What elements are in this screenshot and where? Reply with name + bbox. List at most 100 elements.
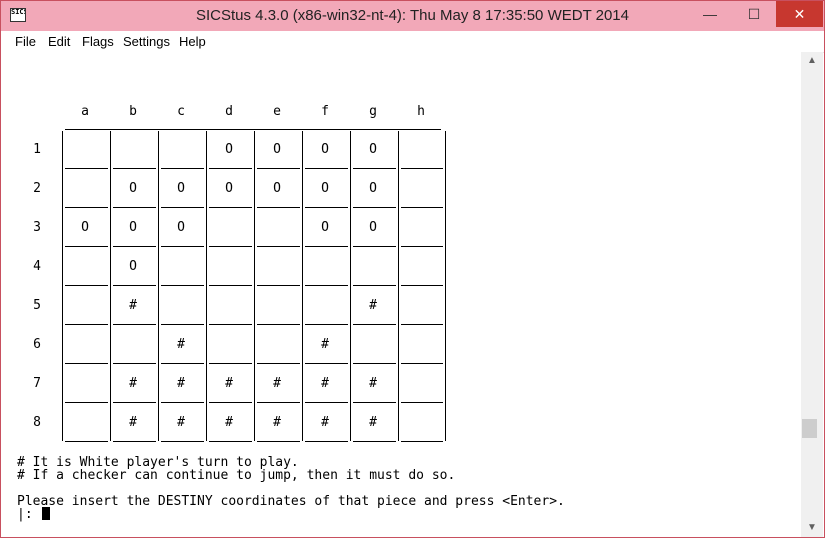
prompt-message: Please insert the DESTINY coordinates of… — [17, 494, 565, 509]
cell-underline — [257, 246, 300, 247]
cell-underline — [401, 207, 443, 208]
menu-edit[interactable]: Edit — [48, 34, 70, 49]
column-label-b: b — [129, 104, 137, 119]
cell-underline — [161, 207, 204, 208]
cell-underline — [65, 324, 108, 325]
board-cell-g1: O — [369, 142, 377, 157]
cell-underline — [113, 285, 156, 286]
board-cell-f2: O — [321, 181, 329, 196]
cell-underline — [209, 441, 252, 442]
board-cell-e8: # — [273, 415, 281, 430]
board-vertical-line — [110, 131, 111, 441]
board-cell-f8: # — [321, 415, 329, 430]
cell-underline — [353, 285, 396, 286]
cell-underline — [353, 246, 396, 247]
cell-underline — [161, 285, 204, 286]
cell-underline — [161, 168, 204, 169]
input-prompt: |: — [17, 507, 41, 522]
cell-underline — [113, 246, 156, 247]
cell-underline — [209, 285, 252, 286]
menu-settings[interactable]: Settings — [123, 34, 170, 49]
board-cell-c7: # — [177, 376, 185, 391]
board-cell-g3: O — [369, 220, 377, 235]
board-vertical-line — [398, 131, 399, 441]
cell-underline — [401, 324, 443, 325]
vertical-scrollbar[interactable]: ▲ ▼ — [801, 52, 823, 537]
cell-underline — [209, 363, 252, 364]
cell-underline — [305, 363, 348, 364]
cell-underline — [161, 246, 204, 247]
cell-underline — [257, 168, 300, 169]
cell-underline — [161, 402, 204, 403]
board-vertical-line — [302, 131, 303, 441]
row-label-3: 3 — [33, 220, 41, 235]
cell-underline — [161, 324, 204, 325]
cell-underline — [257, 441, 300, 442]
jump-rule-message: # If a checker can continue to jump, the… — [17, 468, 456, 483]
board-cell-f3: O — [321, 220, 329, 235]
cell-underline — [257, 285, 300, 286]
menu-help[interactable]: Help — [179, 34, 206, 49]
maximize-button[interactable]: ☐ — [732, 1, 776, 27]
cell-underline — [65, 207, 108, 208]
cell-underline — [401, 246, 443, 247]
row-label-1: 1 — [33, 142, 41, 157]
close-button[interactable]: ✕ — [776, 1, 823, 27]
scroll-thumb[interactable] — [802, 419, 817, 438]
board-top-border — [65, 129, 441, 130]
row-label-8: 8 — [33, 415, 41, 430]
cell-underline — [401, 363, 443, 364]
sicstus-window: SICS SICStus 4.3.0 (x86-win32-nt-4): Thu… — [0, 0, 825, 538]
board-cell-f1: O — [321, 142, 329, 157]
board-cell-e7: # — [273, 376, 281, 391]
board-vertical-line — [62, 131, 63, 441]
board-vertical-line — [445, 131, 446, 441]
column-label-a: a — [81, 104, 89, 119]
column-label-g: g — [369, 104, 377, 119]
cell-underline — [353, 402, 396, 403]
console-output[interactable]: a b c d e f g h 1 O O O O 2 O O O O O O 3 O O O O O 4 O 5 # #6 # #7 # # # # #… — [1, 52, 801, 537]
cell-underline — [161, 363, 204, 364]
scroll-down-arrow-icon[interactable]: ▼ — [801, 519, 823, 537]
cell-underline — [257, 324, 300, 325]
cell-underline — [305, 324, 348, 325]
cell-underline — [209, 168, 252, 169]
cell-underline — [353, 168, 396, 169]
board-vertical-line — [206, 131, 207, 441]
board-cell-g8: # — [369, 415, 377, 430]
scroll-up-arrow-icon[interactable]: ▲ — [801, 52, 823, 70]
menu-bar: File Edit Flags Settings Help — [1, 31, 824, 53]
board-cell-d7: # — [225, 376, 233, 391]
column-label-f: f — [321, 104, 329, 119]
menu-flags[interactable]: Flags — [82, 34, 114, 49]
row-label-5: 5 — [33, 298, 41, 313]
board-cell-g2: O — [369, 181, 377, 196]
board-cell-f6: # — [321, 337, 329, 352]
cell-underline — [65, 402, 108, 403]
cell-underline — [401, 285, 443, 286]
cell-underline — [257, 402, 300, 403]
title-bar[interactable]: SICS SICStus 4.3.0 (x86-win32-nt-4): Thu… — [1, 1, 824, 31]
menu-file[interactable]: File — [15, 34, 36, 49]
board-vertical-line — [350, 131, 351, 441]
input-line[interactable]: |: — [17, 507, 51, 522]
cell-underline — [65, 168, 108, 169]
board-cell-d1: O — [225, 142, 233, 157]
cell-underline — [401, 441, 443, 442]
cell-underline — [305, 168, 348, 169]
cell-underline — [65, 285, 108, 286]
board-cell-d2: O — [225, 181, 233, 196]
board-cell-b7: # — [129, 376, 137, 391]
cell-underline — [401, 402, 443, 403]
cell-underline — [209, 207, 252, 208]
column-label-h: h — [417, 104, 425, 119]
board-vertical-line — [158, 131, 159, 441]
board-cell-f7: # — [321, 376, 329, 391]
cell-underline — [65, 246, 108, 247]
board-cell-b8: # — [129, 415, 137, 430]
row-label-4: 4 — [33, 259, 41, 274]
minimize-button[interactable]: — — [688, 1, 732, 27]
board-vertical-line — [254, 131, 255, 441]
cell-underline — [65, 363, 108, 364]
cell-underline — [305, 402, 348, 403]
